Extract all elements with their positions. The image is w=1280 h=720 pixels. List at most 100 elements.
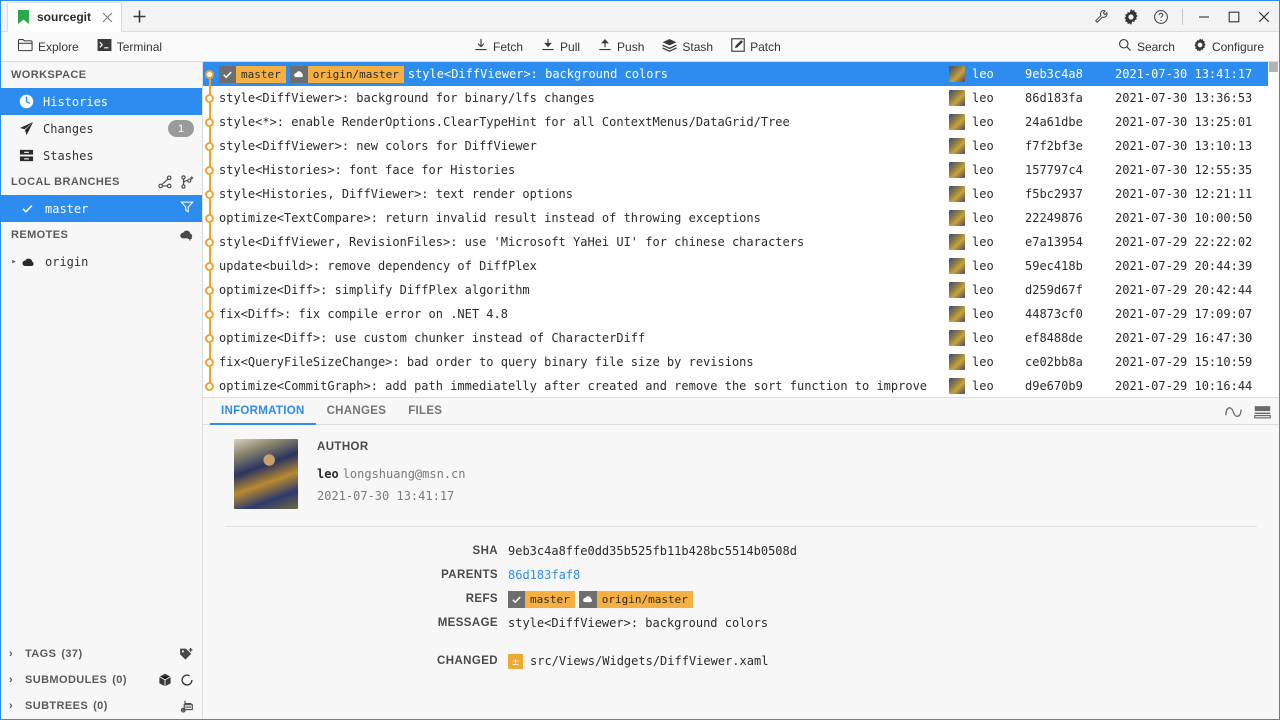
sidebar-section-subtrees[interactable]: › SUBTREES (0) [1, 693, 202, 719]
patch-button[interactable]: Patch [722, 32, 790, 62]
search-button[interactable]: Search [1109, 32, 1184, 62]
avatar [949, 186, 965, 202]
terminal-button[interactable]: Terminal [88, 32, 171, 62]
pull-label: Pull [560, 39, 581, 54]
table-row[interactable]: optimize<TextCompare>: return invalid re… [203, 206, 1279, 230]
maximize-icon[interactable] [1219, 1, 1249, 32]
chevron-right-icon[interactable]: › [9, 674, 25, 686]
tab-changes[interactable]: CHANGES [316, 398, 398, 425]
author-email: longshuang@msn.cn [342, 467, 466, 481]
ref-badge-origin-master[interactable]: origin/master [578, 590, 693, 608]
cloud-icon [289, 65, 308, 83]
fetch-button[interactable]: Fetch [465, 32, 532, 62]
table-row[interactable]: optimize<Diff>: simplify DiffPlex algori… [203, 278, 1279, 302]
commit-graph-cell [203, 374, 217, 397]
refresh-icon[interactable] [180, 673, 194, 687]
search-label: Search [1136, 39, 1175, 54]
add-subtree-icon[interactable] [179, 699, 194, 713]
table-row[interactable]: optimize<CommitGraph>: add path immediat… [203, 374, 1279, 397]
explore-button[interactable]: Explore [9, 32, 88, 62]
parent-sha-link[interactable]: 86d183faf8 [508, 568, 580, 582]
table-row[interactable]: fix<QueryFileSizeChange>: bad order to q… [203, 350, 1279, 374]
sidebar-section-tags[interactable]: › TAGS (37) [1, 641, 202, 667]
author-date: 2021-07-30 13:41:17 [317, 489, 455, 503]
help-icon[interactable] [1146, 1, 1176, 32]
filter-icon[interactable] [180, 200, 194, 217]
gear-icon [1193, 38, 1207, 55]
new-tab-button[interactable] [122, 1, 156, 31]
table-row[interactable]: master origin/master style<DiffViewer>: ba… [203, 62, 1279, 86]
table-row[interactable]: fix<Diff>: fix compile error on .NET 4.8… [203, 302, 1279, 326]
sidebar-item-stashes[interactable]: Stashes [1, 142, 202, 169]
chevron-right-icon[interactable]: › [9, 700, 25, 712]
tags-title: TAGS [25, 648, 57, 660]
table-row[interactable]: style<Histories, DiffViewer>: text rende… [203, 182, 1279, 206]
commit-date: 2021-07-29 17:09:07 [1115, 307, 1253, 321]
tab-strip: sourcegit [1, 1, 156, 32]
commit-sha: d259d67f [1025, 283, 1083, 297]
commit-author-cell: leo [935, 282, 1025, 298]
layout-split-icon[interactable] [1254, 405, 1271, 419]
commit-sha: 59ec418b [1025, 259, 1083, 273]
field-key: SHA [472, 545, 498, 557]
commit-message: optimize<Diff>: simplify DiffPlex algori… [219, 283, 530, 297]
tab-information[interactable]: INFORMATION [210, 398, 316, 425]
commit-list-scrollbar[interactable] [1268, 62, 1279, 397]
commit-date: 2021-07-30 13:25:01 [1115, 115, 1253, 129]
graph-curve-icon[interactable] [1225, 405, 1242, 419]
drawer-icon [19, 148, 37, 163]
commit-author: leo [972, 307, 994, 321]
commit-list[interactable]: master origin/master style<DiffViewer>: ba… [203, 62, 1279, 398]
commit-date: 2021-07-30 13:36:53 [1115, 91, 1253, 105]
sidebar-section-submodules[interactable]: › SUBMODULES (0) [1, 667, 202, 693]
new-branch-icon[interactable] [180, 175, 194, 189]
author-label: AUTHOR [317, 441, 369, 453]
changed-file-entry[interactable]: ± src/Views/Widgets/DiffViewer.xaml [508, 653, 768, 669]
table-row[interactable]: style<DiffViewer>: new colors for DiffVi… [203, 134, 1279, 158]
stash-button[interactable]: Stash [653, 32, 722, 62]
sidebar-remote-origin[interactable]: ▸ origin [1, 248, 202, 275]
add-tag-icon[interactable] [179, 647, 194, 661]
ref-name: origin/master [596, 590, 693, 608]
avatar [949, 138, 965, 154]
commit-graph-cell [203, 278, 217, 302]
commit-graph-cell [203, 158, 217, 182]
close-icon[interactable] [99, 9, 115, 25]
chevron-right-icon[interactable]: › [9, 648, 25, 660]
table-row[interactable]: optimize<Diff>: use custom chunker inste… [203, 326, 1279, 350]
commit-sha: d9e670b9 [1025, 379, 1083, 393]
commit-author-cell: leo [935, 234, 1025, 250]
push-button[interactable]: Push [589, 32, 653, 62]
close-window-icon[interactable] [1249, 1, 1279, 32]
minimize-icon[interactable] [1189, 1, 1219, 32]
pull-button[interactable]: Pull [532, 32, 589, 62]
sidebar-item-histories[interactable]: Histories [1, 88, 202, 115]
ref-badge-origin-master[interactable]: origin/master [289, 65, 404, 83]
repo-tab-sourcegit[interactable]: sourcegit [7, 2, 123, 32]
branch-compare-icon[interactable] [158, 175, 172, 189]
commit-message: optimize<TextCompare>: return invalid re… [219, 211, 761, 225]
configure-button[interactable]: Configure [1184, 32, 1273, 62]
ref-badge-master[interactable]: master [219, 65, 286, 83]
commit-author: leo [972, 187, 994, 201]
sidebar-branch-master[interactable]: master [1, 195, 202, 222]
modified-file-icon: ± [508, 653, 523, 669]
table-row[interactable]: update<build>: remove dependency of Diff… [203, 254, 1279, 278]
tab-files[interactable]: FILES [397, 398, 453, 425]
scrollbar-thumb[interactable] [1269, 62, 1278, 72]
gear-icon[interactable] [1116, 1, 1146, 32]
avatar [949, 306, 965, 322]
chevron-right-icon[interactable]: ▸ [7, 257, 21, 267]
sidebar-item-changes[interactable]: Changes 1 [1, 115, 202, 142]
cube-icon[interactable] [158, 673, 172, 687]
table-row[interactable]: style<Histories>: font face for Historie… [203, 158, 1279, 182]
table-row[interactable]: style<DiffViewer, RevisionFiles>: use 'M… [203, 230, 1279, 254]
table-row[interactable]: style<*>: enable RenderOptions.ClearType… [203, 110, 1279, 134]
wrench-icon[interactable] [1086, 1, 1116, 32]
ref-badge-master[interactable]: master [508, 590, 575, 608]
commit-graph-cell [203, 350, 217, 374]
field-sha: SHA 9eb3c4a8ffe0dd35b525fb11b428bc5514b0… [203, 539, 1279, 563]
add-remote-icon[interactable] [179, 228, 194, 242]
sidebar-item-label: Changes [43, 121, 94, 136]
table-row[interactable]: style<DiffViewer>: background for binary… [203, 86, 1279, 110]
